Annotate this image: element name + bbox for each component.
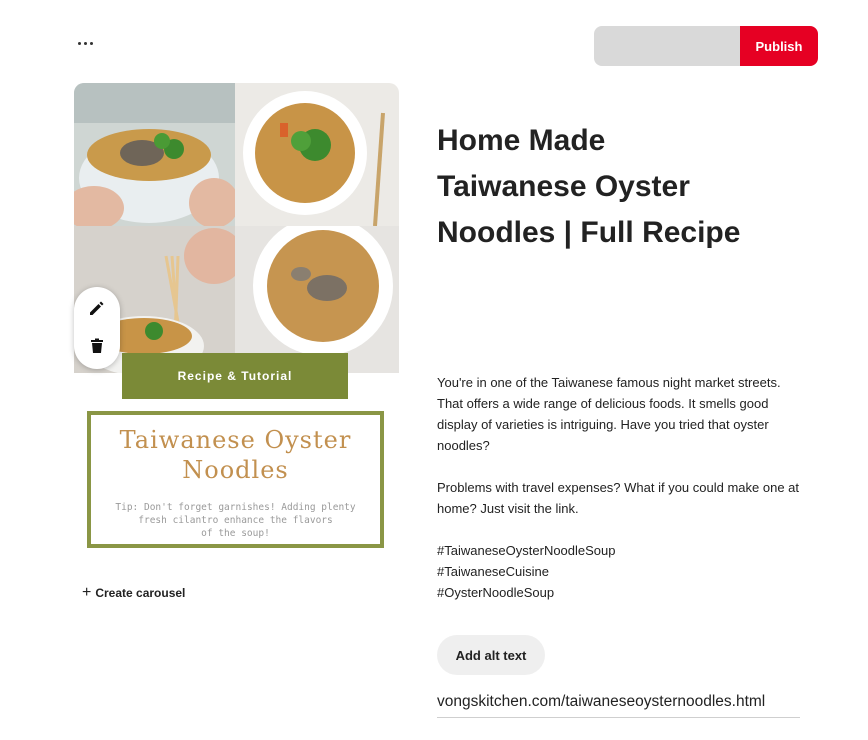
- image-title: Taiwanese Oyster Noodles: [91, 425, 380, 485]
- destination-link-value: vongskitchen.com/taiwaneseoysternoodles.…: [437, 693, 766, 710]
- create-carousel-button[interactable]: + Create carousel: [82, 585, 185, 601]
- image-title-box: Taiwanese Oyster Noodles Tip: Don't forg…: [87, 411, 384, 548]
- image-tip-line-1: Tip: Don't forget garnishes! Adding plen…: [115, 502, 356, 513]
- description-hashtags: #TaiwaneseOysterNoodleSoup #TaiwaneseCui…: [437, 540, 807, 603]
- destination-link-field[interactable]: vongskitchen.com/taiwaneseoysternoodles.…: [437, 688, 800, 718]
- image-title-line-1: Taiwanese Oyster: [119, 426, 352, 454]
- add-alt-text-button[interactable]: Add alt text: [437, 635, 545, 675]
- image-tip: Tip: Don't forget garnishes! Adding plen…: [91, 501, 380, 540]
- image-edit-tools: [74, 287, 120, 369]
- noodle-photo-bottom-right: [235, 226, 399, 373]
- hashtag: #TaiwaneseCuisine: [437, 564, 550, 579]
- pin-title-line-1: Home Made: [437, 124, 606, 157]
- recipe-tutorial-band: Recipe & Tutorial: [122, 353, 348, 399]
- create-carousel-label: Create carousel: [95, 586, 186, 600]
- pin-title-line-2: Taiwanese Oyster: [437, 170, 690, 203]
- hashtag: #TaiwaneseOysterNoodleSoup: [437, 543, 616, 558]
- pin-title-field[interactable]: Home Made Taiwanese Oyster Noodles | Ful…: [437, 118, 817, 256]
- publish-button[interactable]: Publish: [740, 26, 818, 66]
- pencil-icon[interactable]: [87, 298, 107, 318]
- plus-icon: +: [82, 584, 92, 601]
- image-title-line-2: Noodles: [182, 456, 289, 484]
- description-paragraph-2: Problems with travel expenses? What if y…: [437, 480, 800, 516]
- image-tip-line-3: of the soup!: [201, 528, 270, 539]
- image-tip-line-2: fresh cilantro enhance the flavors: [138, 515, 333, 526]
- more-options-icon[interactable]: [78, 36, 100, 50]
- noodle-photo-top-right: [235, 83, 399, 226]
- pin-description-field[interactable]: You're in one of the Taiwanese famous ni…: [437, 372, 807, 603]
- trash-icon[interactable]: [87, 336, 107, 356]
- board-select-dropdown[interactable]: [594, 26, 740, 66]
- noodle-photo-top-left: [74, 83, 235, 226]
- description-paragraph-1: You're in one of the Taiwanese famous ni…: [437, 375, 781, 453]
- pin-image: Recipe & Tutorial Taiwanese Oyster Noodl…: [74, 83, 399, 570]
- pin-title-line-3: Noodles | Full Recipe: [437, 216, 741, 249]
- hashtag: #OysterNoodleSoup: [437, 585, 555, 600]
